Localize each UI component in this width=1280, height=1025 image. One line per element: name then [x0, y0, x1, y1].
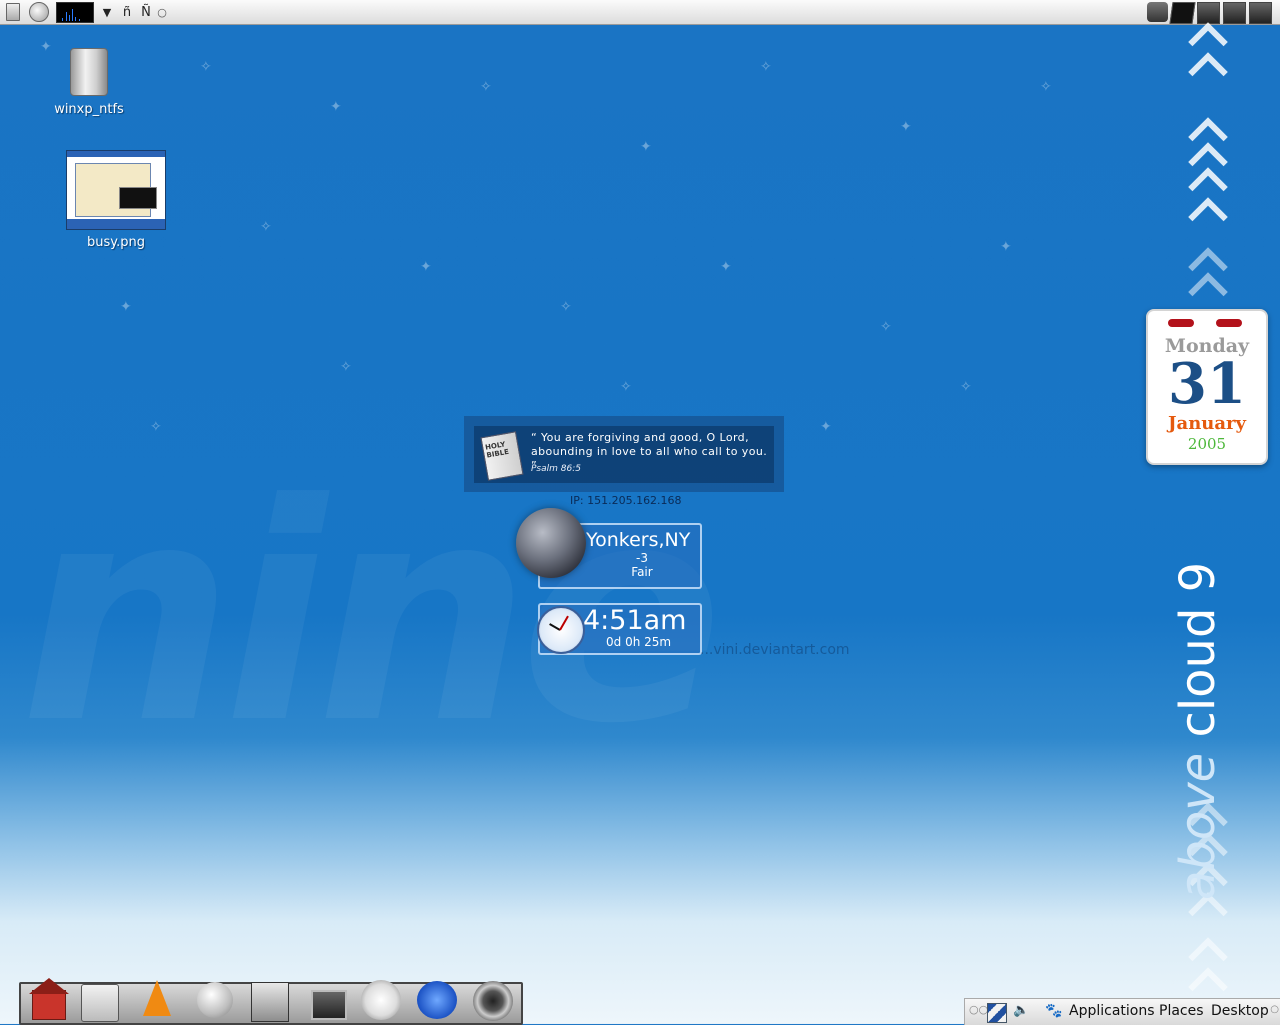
uptime-text: 0d 0h 25m	[606, 635, 672, 649]
desktop-icon-label: busy.png	[87, 235, 145, 250]
panel-end-indicator: ○	[1270, 1004, 1279, 1015]
keyboard-char-2[interactable]: Ñ	[139, 2, 153, 22]
disk-icon[interactable]	[1249, 2, 1272, 24]
desktop-icon-winxp-ntfs[interactable]: winxp_ntfs	[46, 48, 132, 117]
chat-icon[interactable]	[361, 980, 401, 1020]
menu-desktop[interactable]: Desktop	[1211, 1003, 1269, 1019]
bible-quote-widget[interactable]: HOLY BIBLE “ You are forgiving and good,…	[464, 416, 784, 492]
clock-time: 4:51am	[583, 605, 687, 636]
network-icon[interactable]	[987, 1003, 1007, 1023]
menu-places[interactable]: Places	[1159, 1003, 1204, 1019]
top-panel: ▼ ñ Ñ ○	[0, 0, 1280, 25]
keyboard-char-1[interactable]: ñ	[120, 2, 134, 22]
home-icon[interactable]	[27, 978, 71, 1022]
clock-icon	[537, 606, 585, 654]
weather-temperature: -3	[636, 551, 648, 565]
wallpaper-tagline: above cloud 9	[1170, 460, 1240, 900]
gnome-foot-icon[interactable]: 🐾	[1045, 1003, 1063, 1021]
calendar-month: January	[1168, 413, 1246, 434]
bible-icon-text: HOLY BIBLE	[484, 440, 510, 460]
menu-applications[interactable]: Applications	[1069, 1003, 1155, 1019]
calendar-ring-icon	[1168, 319, 1194, 327]
ip-address: IP: 151.205.162.168	[570, 494, 682, 507]
calendar-year: 2005	[1187, 435, 1227, 453]
tagline-emphasis: above	[1170, 752, 1226, 900]
calendar-widget[interactable]: Monday 31 January 2005	[1146, 309, 1268, 465]
quote-panel: HOLY BIBLE “ You are forgiving and good,…	[474, 426, 774, 483]
volume-icon[interactable]: 🔈	[1013, 1003, 1031, 1021]
weather-city: Yonkers,NY	[586, 529, 691, 551]
calendar-ring-icon	[1216, 319, 1242, 327]
system-monitor-applet[interactable]	[56, 2, 94, 23]
menu-arrow-icon[interactable]: ▼	[100, 2, 114, 22]
calendar-day: 31	[1168, 351, 1246, 417]
hard-drive-icon	[70, 48, 108, 96]
quote-reference: Psalm 86:5	[531, 464, 581, 474]
top-panel-tray	[1147, 2, 1272, 24]
package-manager-icon[interactable]	[81, 984, 119, 1022]
application-dock	[19, 978, 523, 1025]
camera-icon[interactable]	[1147, 2, 1168, 22]
tv-icon[interactable]	[311, 990, 347, 1020]
browser-icon[interactable]	[28, 2, 50, 22]
trash-icon[interactable]	[3, 2, 23, 22]
realplayer-icon[interactable]	[417, 981, 457, 1019]
desktop-icon-busy-png[interactable]: busy.png	[64, 150, 168, 250]
vlc-icon[interactable]	[135, 978, 179, 1022]
moon-icon[interactable]	[197, 982, 233, 1018]
desktop-icon-label: winxp_ntfs	[54, 102, 124, 117]
bottom-panel: ○○ 🔈 🐾 Applications Places Desktop ○	[964, 998, 1280, 1025]
radio-icon[interactable]	[251, 982, 289, 1022]
status-indicator[interactable]: ○	[156, 2, 168, 22]
bible-icon: HOLY BIBLE	[480, 431, 524, 481]
weather-condition: Fair	[631, 565, 653, 579]
moon-icon	[516, 508, 586, 578]
image-thumbnail-icon	[66, 150, 166, 230]
tagline-rest: cloud 9	[1170, 561, 1226, 753]
wallpaper-credit: ...vini.deviantart.com	[700, 642, 850, 658]
speaker-icon[interactable]	[473, 981, 513, 1021]
status-indicator: ○○	[969, 1003, 989, 1016]
